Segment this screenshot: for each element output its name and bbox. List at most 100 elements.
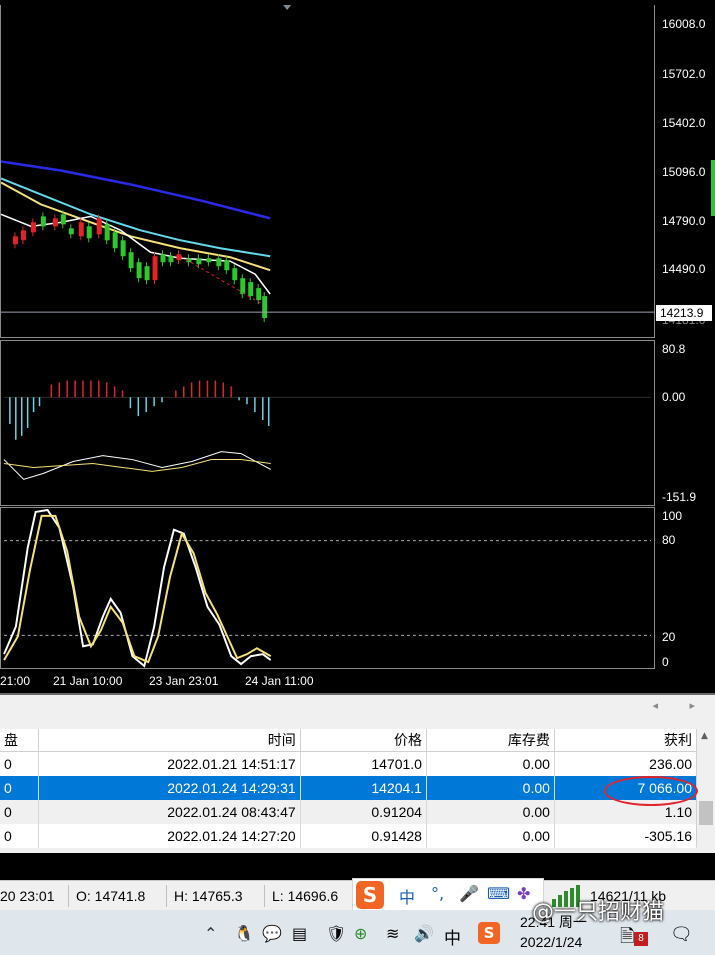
chart-shift-marker [283, 5, 292, 10]
candle [240, 278, 246, 295]
status-open: O: 14741.8 [76, 888, 146, 904]
candle [256, 288, 262, 301]
stoch-d-line [3, 514, 272, 664]
ime-punct-button[interactable]: °, [431, 884, 444, 903]
candle [248, 282, 254, 297]
cell-swap: 0.00 [426, 824, 555, 848]
candle [40, 216, 46, 227]
wechat-icon[interactable]: 💬 [262, 924, 282, 943]
col-header-time[interactable]: 时间 [38, 729, 301, 752]
stoch-label: 0 [662, 655, 669, 669]
candle [60, 214, 66, 225]
cell: 0 [0, 800, 39, 824]
stochastic-indicator[interactable] [0, 507, 655, 669]
macd-label: 80.8 [662, 342, 686, 356]
table-row[interactable]: 0 2022.01.24 08:43:47 0.91204 0.00 1.10 [0, 800, 698, 824]
stoch-label: 100 [662, 509, 683, 523]
candle [78, 222, 84, 237]
divider [166, 885, 167, 907]
time-label: 21 Jan 10:00 [53, 674, 123, 688]
apps-icon[interactable]: ✤ [517, 884, 530, 903]
divider [68, 885, 69, 907]
scroll-up-icon[interactable]: ▲ [701, 731, 708, 741]
cell-swap: 0.00 [426, 800, 555, 824]
volume-icon[interactable]: 🔊 [414, 924, 434, 943]
table-row[interactable]: 0 2022.01.21 14:51:17 14701.0 0.00 236.0… [0, 751, 698, 776]
cell-swap: 0.00 [426, 751, 555, 776]
vertical-scrollbar[interactable]: ▲ [696, 729, 715, 843]
candle [144, 266, 150, 281]
qq-penguin-icon[interactable]: 🐧 [234, 924, 254, 943]
candle [112, 232, 118, 249]
sma-blue-line [1, 160, 271, 220]
col-header-profit[interactable]: 获利 [554, 729, 698, 752]
candle [86, 226, 92, 239]
candle [128, 252, 134, 269]
trades-table[interactable]: 盘 时间 价格 库存费 获利 0 2022.01.21 14:51:17 147… [0, 729, 698, 848]
price-label: 16008.0 [662, 17, 706, 31]
wifi-icon[interactable]: ≋ [386, 924, 399, 943]
ime-lang-button[interactable]: 中 [399, 884, 415, 908]
security-app-icon[interactable]: ⊕ [354, 924, 367, 943]
stochastic-plot [3, 508, 651, 668]
time-axis: 21:00 21 Jan 10:00 23 Jan 23:01 24 Jan 1… [0, 669, 715, 693]
side-panel-handle[interactable] [711, 160, 715, 216]
sogou-tray-icon[interactable]: S [478, 922, 500, 944]
scrollbar-thumb[interactable] [699, 801, 713, 825]
price-label: 15702.0 [662, 67, 706, 81]
divider [264, 885, 265, 907]
col-header-swap[interactable]: 库存费 [426, 729, 555, 752]
time-label: 23 Jan 23:01 [149, 674, 219, 688]
candle [232, 268, 238, 281]
candle [196, 258, 202, 265]
candle [20, 230, 26, 241]
current-price-marker: 14213.9 [656, 305, 712, 321]
candle [30, 222, 36, 233]
microphone-icon[interactable]: 🎤 [459, 884, 479, 903]
keyboard-icon[interactable]: ⌨ [487, 884, 510, 903]
price-label: 14490.0 [662, 262, 706, 276]
price-chart[interactable] [0, 5, 655, 338]
price-label: 14790.0 [662, 214, 706, 228]
cell-profit: -305.16 [554, 824, 698, 848]
card-icon[interactable]: ▤ [292, 924, 307, 943]
tray-language[interactable]: 中 [444, 924, 461, 949]
action-center-icon[interactable]: 🗨 [670, 924, 693, 945]
shield-icon[interactable]: 🛡 [326, 924, 346, 943]
candlestick-plot[interactable] [1, 5, 654, 337]
notification-badge: 8 [634, 932, 648, 946]
candle [160, 254, 166, 263]
candle [206, 258, 212, 263]
candle [104, 224, 110, 241]
tab-scroll-arrows[interactable]: ◂ ▸ [652, 699, 709, 712]
ime-toolbar[interactable]: S 中 °, 🎤 ⌨ ✤ [352, 878, 544, 912]
price-label: 15096.0 [662, 165, 706, 179]
col-header-price[interactable]: 价格 [300, 729, 427, 752]
document-icon[interactable]: 🗎 [620, 924, 634, 954]
candle [216, 258, 222, 267]
stoch-label: 20 [662, 630, 676, 644]
cell-price: 0.91428 [300, 824, 427, 848]
candle [224, 260, 230, 271]
cell-time: 2022.01.24 14:27:20 [38, 824, 301, 848]
candle [96, 218, 102, 235]
cell-time: 2022.01.24 14:29:31 [38, 776, 301, 800]
col-header[interactable]: 盘 [0, 729, 39, 752]
candle [136, 262, 142, 279]
candle [152, 256, 158, 281]
macd-line [3, 451, 271, 480]
cell-profit: 236.00 [554, 751, 698, 776]
table-row-selected[interactable]: 0 2022.01.24 14:29:31 14204.1 0.00 7 066… [0, 776, 698, 800]
stoch-label: 80 [662, 533, 676, 547]
price-axis: 16008.0 15702.0 15402.0 15096.0 14790.0 … [656, 0, 715, 338]
macd-indicator[interactable] [0, 340, 655, 506]
time-label: 24 Jan 11:00 [245, 674, 314, 688]
price-label: 15402.0 [662, 116, 706, 130]
candle [68, 228, 74, 235]
cell-time: 2022.01.24 08:43:47 [38, 800, 301, 824]
cell-price: 0.91204 [300, 800, 427, 824]
terminal-window[interactable]: ◂ ▸ 盘 时间 价格 库存费 获利 0 2022.01.21 14:51:17… [0, 693, 715, 853]
chevron-up-icon[interactable]: ⌃ [204, 924, 217, 943]
sogou-logo-icon[interactable]: S [356, 881, 384, 909]
table-row[interactable]: 0 2022.01.24 14:27:20 0.91428 0.00 -305.… [0, 824, 698, 848]
